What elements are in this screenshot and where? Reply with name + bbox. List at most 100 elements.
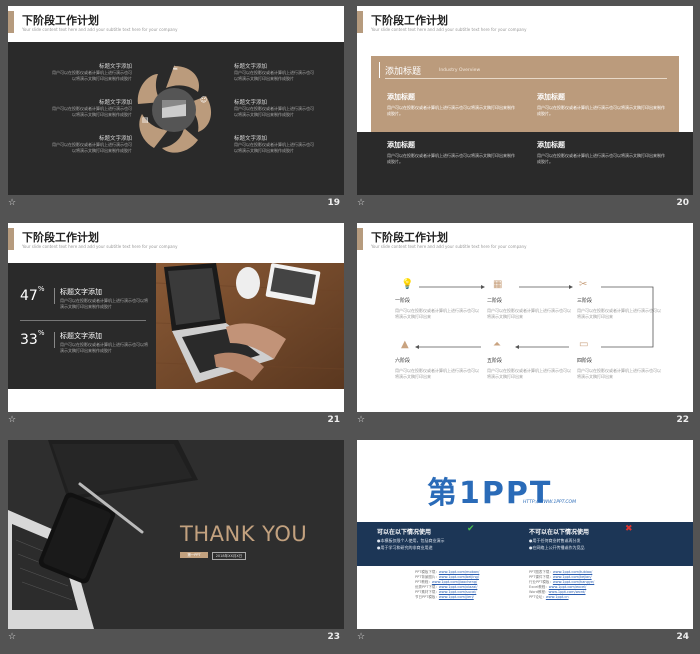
- stage-4: 四阶段 用户可以在投影仪或者计算机上进行演示也可以将演示文稿打印出来: [577, 357, 663, 380]
- stage-1: 一阶段 用户可以在投影仪或者计算机上进行演示也可以将演示文稿打印出来: [395, 297, 481, 320]
- item-label: 标题文字添加: [234, 100, 268, 106]
- logo: 第1PPT HTTP://WWW.1PPT.COM: [427, 468, 627, 511]
- star-icon: ☆: [8, 415, 17, 425]
- check-icon: ✔: [467, 524, 475, 534]
- slide-21: 下阶段工作计划 Your slide content text here and…: [8, 223, 344, 412]
- stat-label: 标题文字添加: [60, 332, 102, 340]
- person-icon: ☺: [200, 96, 208, 104]
- stage-label: 三阶段: [577, 298, 593, 304]
- band-divider: [379, 62, 380, 78]
- cross-icon: ✖: [625, 524, 633, 534]
- star-icon: ☆: [357, 415, 366, 425]
- star-icon: ☆: [357, 198, 366, 208]
- monitor-icon: ▭: [579, 339, 589, 350]
- title-accent-bar: [357, 11, 363, 33]
- chart-bar-icon: ▦: [493, 279, 503, 290]
- link-row[interactable]: 节日PPT模板：www.1ppt.com/jieri/: [415, 595, 515, 600]
- slide-thumb-21[interactable]: 下阶段工作计划 Your slide content text here and…: [0, 217, 344, 434]
- item-text: 用户可以在投影仪或者计算机上进行演示也可以将演示文稿打印出来制作成胶片: [52, 106, 132, 117]
- item-text: 用户可以在投影仪或者计算机上进行演示也可以将演示文稿打印出来制作成胶片: [52, 142, 132, 153]
- logo-url: HTTP://WWW.1PPT.COM: [523, 500, 576, 505]
- block-title: 添加标题: [387, 141, 415, 149]
- cannot-title: 不可以在以下情况使用: [529, 529, 590, 536]
- slide-number: 22: [676, 415, 689, 425]
- block-text: 用户可以在投影仪或者计算机上进行演示也可以将演示文稿打印出来制作成胶片。: [537, 153, 665, 164]
- tag-date: 2018年XX月X日: [212, 552, 246, 560]
- block-text: 用户可以在投影仪或者计算机上进行演示也可以将演示文稿打印出来制作成胶片。: [387, 153, 515, 164]
- block-2: 添加标题 用户可以在投影仪或者计算机上进行演示也可以将演示文稿打印出来制作成胶片…: [537, 92, 667, 117]
- dark-panel: [8, 263, 156, 389]
- stage-label: 四阶段: [577, 358, 593, 364]
- dark-panel: 标题文字添加 用户可以在投影仪或者计算机上进行演示也可以将演示文稿打印出来制作成…: [8, 42, 344, 195]
- stage-text: 用户可以在投影仪或者计算机上进行演示也可以将演示文稿打印出来: [487, 308, 571, 319]
- links-col-2: PPT图表下载：www.1ppt.com/tubiao/ PPT课件下载：www…: [529, 570, 629, 600]
- cone-icon: ⏶: [493, 339, 501, 350]
- stage-text: 用户可以在投影仪或者计算机上进行演示也可以将演示文稿打印出来: [577, 368, 661, 379]
- lightbulb-icon: 💡: [401, 279, 414, 290]
- star-icon: ☆: [8, 198, 17, 208]
- item-label: 标题文字添加: [98, 136, 132, 142]
- stat-text: 用户可以在投影仪或者计算机上进行演示也可以将演示文稿打印出来制作成胶片: [60, 298, 148, 309]
- item-right-3: 标题文字添加 用户可以在投影仪或者计算机上进行演示也可以将演示文稿打印出来制作成…: [234, 134, 314, 154]
- slide-thumb-22[interactable]: 下阶段工作计划 Your slide content text here and…: [349, 217, 693, 434]
- stat-1: 47% 标题文字添加 用户可以在投影仪或者计算机上进行演示也可以将演示文稿打印出…: [20, 285, 150, 309]
- stage-3: 三阶段 用户可以在投影仪或者计算机上进行演示也可以将演示文稿打印出来: [577, 297, 663, 320]
- slide-title: 下阶段工作计划: [22, 14, 99, 27]
- band-underline: [385, 78, 667, 79]
- link-row[interactable]: PPT论坛：www.1ppt.cn: [529, 595, 629, 600]
- slide-20: 下阶段工作计划 Your slide content text here and…: [357, 6, 693, 195]
- petal-circle-graphic: [137, 66, 212, 153]
- thank-you-heading: THANK YOU: [180, 522, 308, 546]
- slide-number: 19: [327, 198, 340, 208]
- slide-subtitle: Your slide content text here and add you…: [22, 27, 178, 32]
- band-title: 添加标题: [385, 67, 422, 77]
- stage-6: 六阶段 用户可以在投影仪或者计算机上进行演示也可以将演示文稿打印出来: [395, 357, 481, 380]
- star-icon: ☆: [357, 632, 366, 642]
- item-label: 标题文字添加: [98, 100, 132, 106]
- slide-22: 下阶段工作计划 Your slide content text here and…: [357, 223, 693, 412]
- stat-value: 47: [20, 288, 38, 304]
- block-title: 添加标题: [537, 93, 565, 101]
- stage-2: 二阶段 用户可以在投影仪或者计算机上进行演示也可以将演示文稿打印出来: [487, 297, 573, 320]
- slide-thumb-24[interactable]: 第1PPT HTTP://WWW.1PPT.COM 可以在以下情况使用 ✔ ●本…: [349, 434, 693, 651]
- item-left-3: 标题文字添加 用户可以在投影仪或者计算机上进行演示也可以将演示文稿打印出来制作成…: [52, 134, 132, 154]
- stage-text: 用户可以在投影仪或者计算机上进行演示也可以将演示文稿打印出来: [577, 308, 661, 319]
- stat-label: 标题文字添加: [60, 288, 102, 296]
- stat-unit: %: [37, 285, 45, 293]
- slide-thumb-19[interactable]: 下阶段工作计划 Your slide content text here and…: [0, 0, 344, 217]
- stats-separator: [20, 320, 146, 321]
- stage-text: 用户可以在投影仪或者计算机上进行演示也可以将演示文稿打印出来: [487, 368, 571, 379]
- item-left-1: 标题文字添加 用户可以在投影仪或者计算机上进行演示也可以将演示文稿打印出来制作成…: [52, 62, 132, 82]
- slide-title: 下阶段工作计划: [22, 231, 99, 244]
- can-item: ●本模板仅限个人使用，包括商业演示: [377, 538, 445, 543]
- laptop-photo: [156, 263, 344, 389]
- block-1: 添加标题 用户可以在投影仪或者计算机上进行演示也可以将演示文稿打印出来制作成胶片…: [387, 92, 517, 117]
- title-accent-bar: [8, 11, 14, 33]
- slide-thumb-20[interactable]: 下阶段工作计划 Your slide content text here and…: [349, 0, 693, 217]
- slide-23: THANK YOU 第一PPT 2018年XX月X日: [8, 440, 344, 629]
- stat-value: 33: [20, 332, 38, 348]
- links-col-1: PPT模板下载：www.1ppt.com/moban/ PPT背景图片：www.…: [415, 570, 515, 600]
- item-label: 标题文字添加: [234, 64, 268, 70]
- slide-title: 下阶段工作计划: [371, 14, 448, 27]
- can-item: ●用于学习和研究的非商业用途: [377, 545, 433, 550]
- stat-2: 33% 标题文字添加 用户可以在投影仪或者计算机上进行演示也可以将演示文稿打印出…: [20, 329, 150, 353]
- item-text: 用户可以在投影仪或者计算机上进行演示也可以将演示文稿打印出来制作成胶片: [234, 70, 314, 81]
- block-4: 添加标题 用户可以在投影仪或者计算机上进行演示也可以将演示文稿打印出来制作成胶片…: [537, 140, 667, 165]
- slide-thumb-23[interactable]: THANK YOU 第一PPT 2018年XX月X日 ☆ 23: [0, 434, 344, 651]
- stat-divider: [54, 288, 55, 304]
- stat-text: 用户可以在投影仪或者计算机上进行演示也可以将演示文稿打印出来制作成胶片: [60, 342, 148, 353]
- stage-label: 五阶段: [487, 358, 503, 364]
- item-right-2: 标题文字添加 用户可以在投影仪或者计算机上进行演示也可以将演示文稿打印出来制作成…: [234, 98, 314, 118]
- stat-divider: [54, 332, 55, 348]
- cannot-item: ●用于任何商业转售或再分发: [529, 538, 581, 543]
- block-text: 用户可以在投影仪或者计算机上进行演示也可以将演示文稿打印出来制作成胶片。: [537, 105, 665, 116]
- item-right-1: 标题文字添加 用户可以在投影仪或者计算机上进行演示也可以将演示文稿打印出来制作成…: [234, 62, 314, 82]
- rocket-icon: ▲: [401, 339, 409, 350]
- item-label: 标题文字添加: [98, 64, 132, 70]
- slide-number: 23: [327, 632, 340, 642]
- item-text: 用户可以在投影仪或者计算机上进行演示也可以将演示文稿打印出来制作成胶片: [234, 106, 314, 117]
- block-3: 添加标题 用户可以在投影仪或者计算机上进行演示也可以将演示文稿打印出来制作成胶片…: [387, 140, 517, 165]
- stage-5: 五阶段 用户可以在投影仪或者计算机上进行演示也可以将演示文稿打印出来: [487, 357, 573, 380]
- logo-text: 第1PPT: [427, 476, 553, 511]
